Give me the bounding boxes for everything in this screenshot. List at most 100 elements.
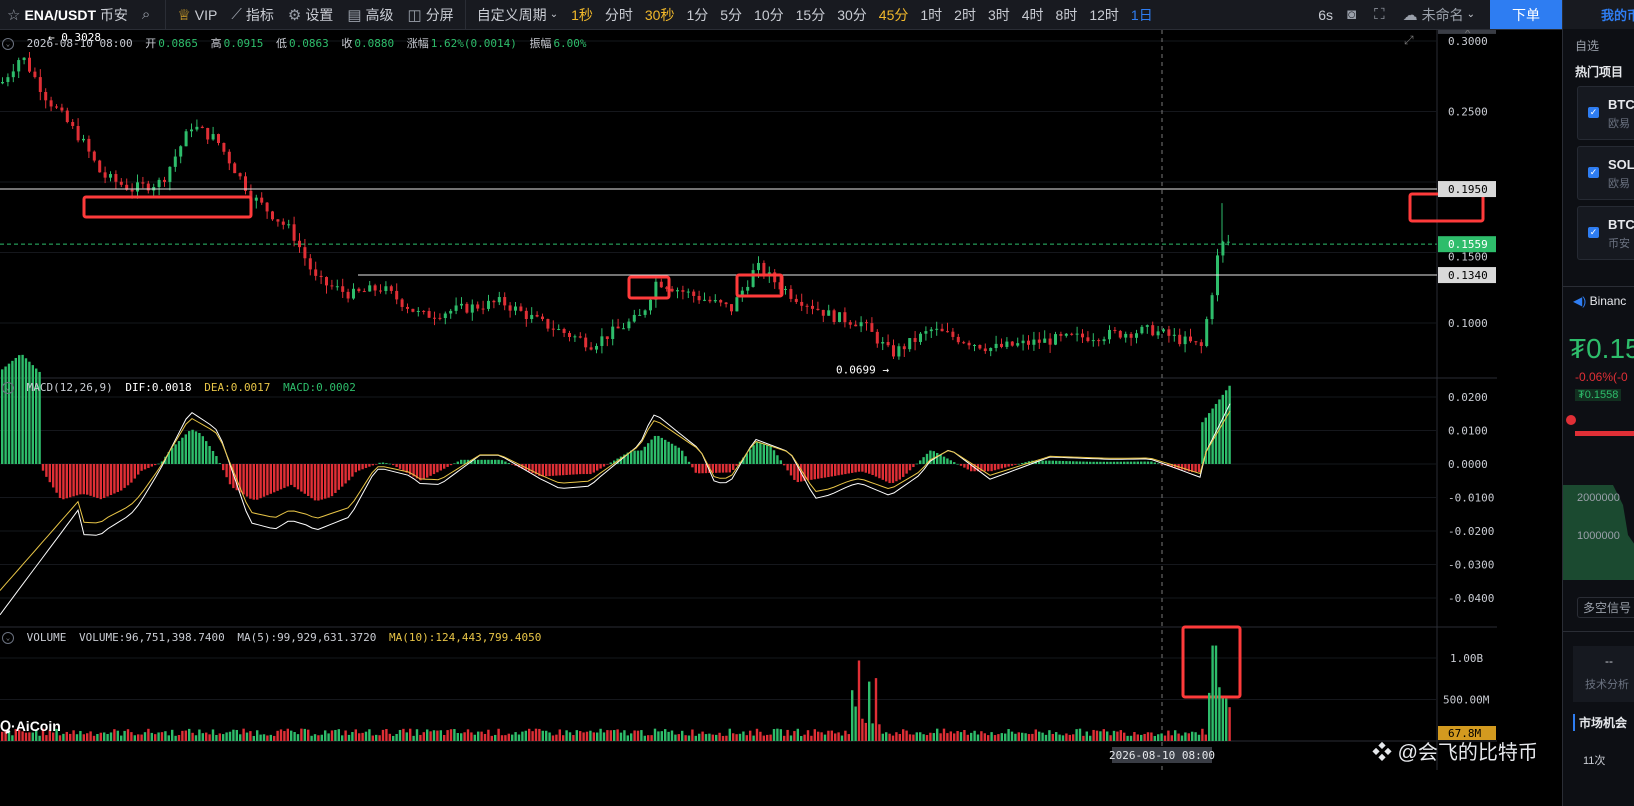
checkbox[interactable]: ✓	[1588, 227, 1599, 238]
period-tab[interactable]: 分时	[599, 5, 639, 25]
macd-bar	[290, 464, 293, 485]
volume-bar	[572, 735, 575, 741]
volume-bar	[269, 734, 272, 741]
refresh-interval[interactable]: 6s	[1311, 0, 1340, 29]
watch-card[interactable]: ✓ SOL 欧易	[1577, 146, 1634, 200]
advanced-button[interactable]: ▤ 高级	[340, 0, 400, 29]
period-tab[interactable]: 8时	[1050, 5, 1084, 25]
volume-bar	[371, 735, 374, 741]
period-tab[interactable]: 1时	[914, 5, 948, 25]
candle-body	[649, 299, 652, 311]
macd-bar	[657, 435, 660, 464]
watch-card[interactable]: ✓ BTC/欧易	[1577, 86, 1634, 140]
volume-bar	[273, 735, 276, 741]
candle-body	[395, 290, 399, 300]
candle-body	[136, 182, 139, 192]
order-button[interactable]: 下单	[1490, 0, 1562, 29]
price-tick: 0.2500	[1448, 106, 1488, 119]
period-tab[interactable]: 4时	[1016, 5, 1050, 25]
sidebar-tab-my-coins[interactable]: 我的币	[1563, 0, 1634, 29]
checkbox[interactable]: ✓	[1588, 107, 1599, 118]
macd-bar	[813, 464, 816, 480]
macd-bar	[1007, 464, 1010, 467]
period-tab[interactable]: 30分	[831, 5, 873, 25]
candle-body	[389, 286, 393, 291]
volume-bar	[891, 735, 895, 741]
period-tab[interactable]: 1秒	[565, 5, 599, 25]
candle-body	[503, 297, 507, 306]
candle-body	[897, 346, 901, 357]
period-tab[interactable]: 5分	[714, 5, 748, 25]
volume-value: VOLUME:96,751,398.7400	[79, 631, 225, 644]
collapse-icon[interactable]: ⌄	[2, 38, 14, 50]
candle-body	[1178, 334, 1182, 345]
signal-button[interactable]: 多空信号	[1577, 597, 1634, 618]
layout-selector[interactable]: ☁ 未命名 ⌄	[1396, 0, 1482, 29]
volume-bar	[324, 730, 327, 741]
volume-bar	[96, 733, 99, 741]
volume-bar	[840, 735, 844, 741]
volume-bar	[225, 732, 228, 741]
collapse-icon[interactable]: ⌄	[2, 632, 14, 644]
period-tab[interactable]: 12时	[1083, 5, 1125, 25]
vip-button[interactable]: ♕ VIP	[170, 0, 224, 29]
volume-bar	[623, 730, 626, 741]
macd-bar	[215, 456, 218, 464]
volume-bar	[232, 729, 235, 741]
tech-analysis-card[interactable]: -- 技术分析	[1573, 646, 1634, 702]
star-icon[interactable]: ☆	[7, 6, 20, 24]
volume-bar	[959, 732, 963, 741]
volume-bar	[551, 735, 555, 741]
split-screen-button[interactable]: ◫ 分屏	[401, 0, 461, 29]
screenshot-button[interactable]: ◙	[1340, 0, 1367, 29]
volume-bar	[585, 731, 589, 741]
search-button[interactable]: ⌕	[135, 0, 161, 29]
candle-body	[632, 314, 636, 322]
volume-bar	[1085, 731, 1088, 741]
watchlist-link[interactable]: 自选	[1575, 37, 1599, 54]
macd-bar	[449, 464, 453, 466]
macd-bar	[147, 464, 150, 468]
macd-bar	[789, 464, 793, 476]
period-tab[interactable]: 30秒	[639, 5, 681, 25]
fullscreen-button[interactable]: ⛶	[1367, 0, 1396, 29]
macd-bar	[460, 459, 463, 464]
period-tab[interactable]: 2时	[948, 5, 982, 25]
candle-body	[1048, 338, 1052, 345]
macd-bar	[766, 444, 769, 464]
collapse-icon[interactable]: ⌄	[2, 382, 14, 394]
candle-body	[697, 295, 701, 301]
volume-bar	[310, 735, 313, 741]
macd-bar	[133, 464, 136, 479]
macd-bar	[609, 462, 612, 464]
period-tab[interactable]: 10分	[748, 5, 790, 25]
period-tab[interactable]: 3时	[982, 5, 1016, 25]
macd-bar	[55, 464, 58, 493]
indicators-button[interactable]: ⟋ 指标	[224, 0, 281, 29]
macd-bar	[830, 464, 833, 477]
candle-body	[92, 151, 96, 161]
macd-bar	[436, 464, 439, 473]
volume-bar	[429, 731, 432, 741]
period-tab[interactable]: 1分	[680, 5, 714, 25]
symbol-selector[interactable]: ☆ ENA/USDT 币安	[0, 0, 135, 29]
macd-bar	[45, 464, 48, 477]
volume-bar	[92, 735, 96, 741]
amp-label: 振幅	[529, 37, 552, 50]
macd-bar	[354, 464, 357, 473]
volume-bar	[419, 734, 422, 741]
volume-bar	[524, 730, 527, 741]
checkbox[interactable]: ✓	[1588, 167, 1599, 178]
volume-bar	[946, 733, 949, 741]
period-tab[interactable]: 15分	[790, 5, 832, 25]
period-tab[interactable]: 1日	[1125, 5, 1159, 25]
depth-label-a: 2000000	[1577, 492, 1620, 504]
kline-chart[interactable]: 0.30000.25000.15000.10000.31070.19500.15…	[0, 30, 1562, 806]
settings-button[interactable]: ⚙ 设置	[281, 0, 340, 29]
macd-bar	[453, 463, 456, 464]
custom-period-dropdown[interactable]: 自定义周期 ⌄	[470, 0, 565, 29]
volume-bar	[1106, 731, 1109, 741]
watch-card[interactable]: ✓ BTC/币安	[1577, 206, 1634, 260]
period-tab[interactable]: 45分	[873, 5, 915, 25]
candle-body	[179, 146, 183, 157]
